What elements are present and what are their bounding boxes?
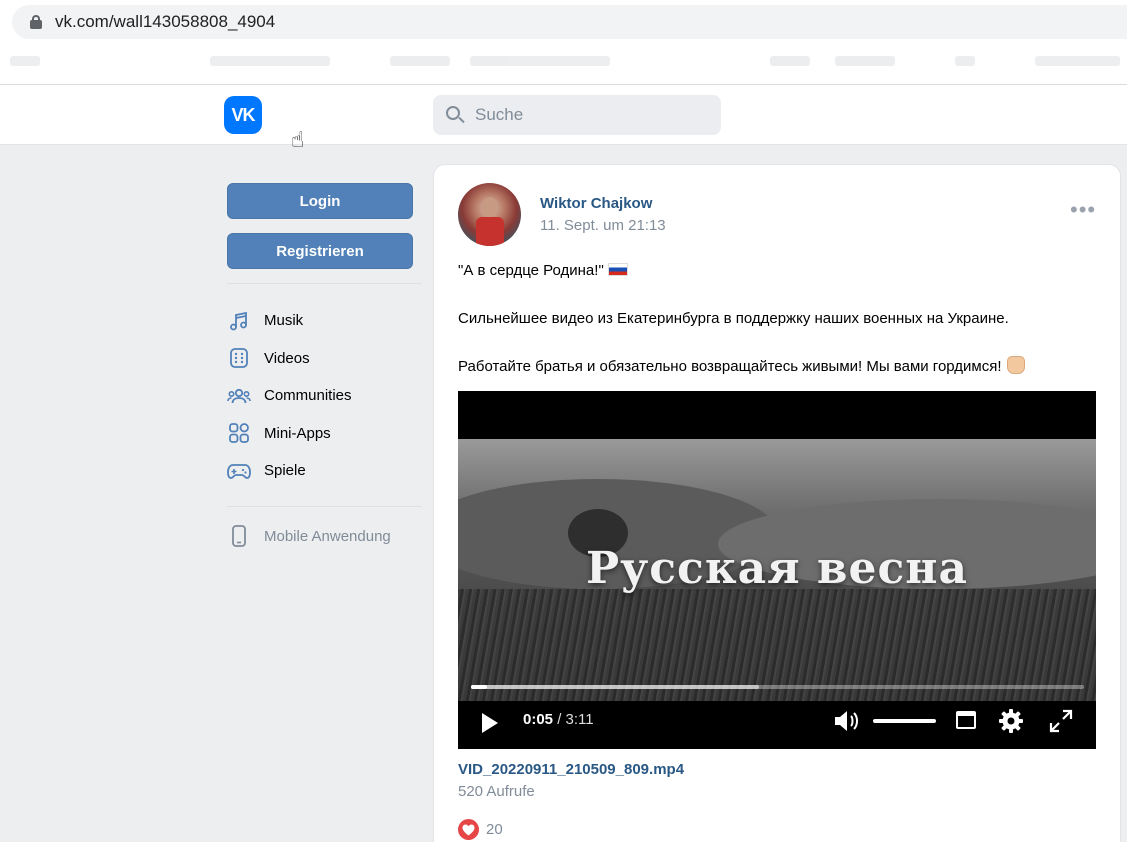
vk-header: VK xyxy=(0,85,1127,145)
view-count: 520 Aufrufe xyxy=(458,783,535,800)
post-date[interactable]: 11. Sept. um 21:13 xyxy=(540,217,666,234)
videos-icon xyxy=(227,346,251,370)
sidebar-item-communities[interactable]: Communities xyxy=(227,377,422,415)
russia-flag-emoji-icon xyxy=(607,263,628,276)
more-options-icon[interactable]: ••• xyxy=(1070,199,1096,221)
sidebar-item-mobile-app[interactable]: Mobile Anwendung xyxy=(227,518,422,556)
sidebar-item-mini-apps[interactable]: Mini-Apps xyxy=(227,415,422,453)
duration: 3:11 xyxy=(565,711,594,728)
music-icon xyxy=(227,309,251,333)
post-text: "А в сердце Родина!" Сильнейшее видео из… xyxy=(458,261,1098,405)
lock-icon[interactable] xyxy=(30,15,42,29)
hand-cursor-icon: ☝ xyxy=(291,127,305,152)
post-text-line: "А в сердце Родина!" xyxy=(458,262,604,279)
address-bar[interactable]: vk.com/wall143058808_4904 xyxy=(12,5,1127,39)
sidebar-item-label: Musik xyxy=(264,312,304,330)
video-played-bar xyxy=(471,685,487,689)
sidebar-item-label: Videos xyxy=(264,349,310,367)
mini-apps-icon xyxy=(227,421,251,445)
video-time: 0:05 / 3:11 xyxy=(523,711,594,728)
wall-post: Wiktor Chajkow 11. Sept. um 21:13 ••• "А… xyxy=(433,164,1121,842)
login-button[interactable]: Login xyxy=(227,183,413,219)
raised-fist-emoji-icon xyxy=(1006,356,1025,374)
sidebar-item-videos[interactable]: Videos xyxy=(227,340,422,378)
sidebar-item-games[interactable]: Spiele xyxy=(227,452,422,490)
sidebar-item-label: Spiele xyxy=(264,462,306,480)
communities-icon xyxy=(227,384,251,408)
sidebar-item-music[interactable]: Musik xyxy=(227,302,422,340)
like-button[interactable]: 20 xyxy=(458,819,503,840)
sidebar-divider xyxy=(227,505,422,507)
heart-icon xyxy=(458,819,479,840)
url-text[interactable]: vk.com/wall143058808_4904 xyxy=(55,12,275,32)
sidebar-item-label: Communities xyxy=(264,387,352,405)
gamepad-icon xyxy=(227,459,251,483)
post-author[interactable]: Wiktor Chajkow xyxy=(540,195,652,212)
smartphone-icon xyxy=(227,524,251,548)
fullscreen-icon[interactable] xyxy=(1049,709,1073,733)
browser-toolbar: vk.com/wall143058808_4904 xyxy=(0,0,1127,84)
volume-icon[interactable] xyxy=(833,709,863,733)
bookmarks-bar xyxy=(0,44,1127,80)
settings-gear-icon[interactable] xyxy=(998,708,1024,734)
sidebar-item-label: Mobile Anwendung xyxy=(264,527,391,545)
search-icon xyxy=(445,105,465,125)
video-filename-link[interactable]: VID_20220911_210509_809.mp4 xyxy=(458,761,684,778)
play-icon[interactable] xyxy=(482,713,498,733)
picture-in-picture-icon[interactable] xyxy=(956,711,976,729)
video-overlay-title: Русская весна xyxy=(585,543,968,594)
avatar[interactable] xyxy=(458,183,521,246)
vk-logo-text: VK xyxy=(231,104,255,125)
post-text-line: Работайте братья и обязательно возвращай… xyxy=(458,358,1002,375)
search-input[interactable] xyxy=(475,105,705,125)
vk-logo[interactable]: VK xyxy=(224,96,262,134)
time-separator: / xyxy=(553,711,566,728)
sidebar-divider xyxy=(227,283,422,284)
search-box[interactable] xyxy=(433,95,721,135)
like-count: 20 xyxy=(486,821,503,838)
volume-slider[interactable] xyxy=(873,719,936,723)
post-text-line: Сильнейшее видео из Екатеринбурга в подд… xyxy=(458,309,1009,327)
video-progress-bar[interactable] xyxy=(471,685,1084,689)
register-button[interactable]: Registrieren xyxy=(227,233,413,269)
video-buffered-bar xyxy=(471,685,760,689)
sidebar-item-label: Mini-Apps xyxy=(264,424,331,442)
left-sidebar: Login Registrieren Musik Videos Communit… xyxy=(227,183,422,555)
video-player[interactable]: Русская весна 0:05 / 3:11 xyxy=(458,391,1096,749)
video-controls: 0:05 / 3:11 xyxy=(458,701,1096,749)
current-time: 0:05 xyxy=(523,711,554,728)
